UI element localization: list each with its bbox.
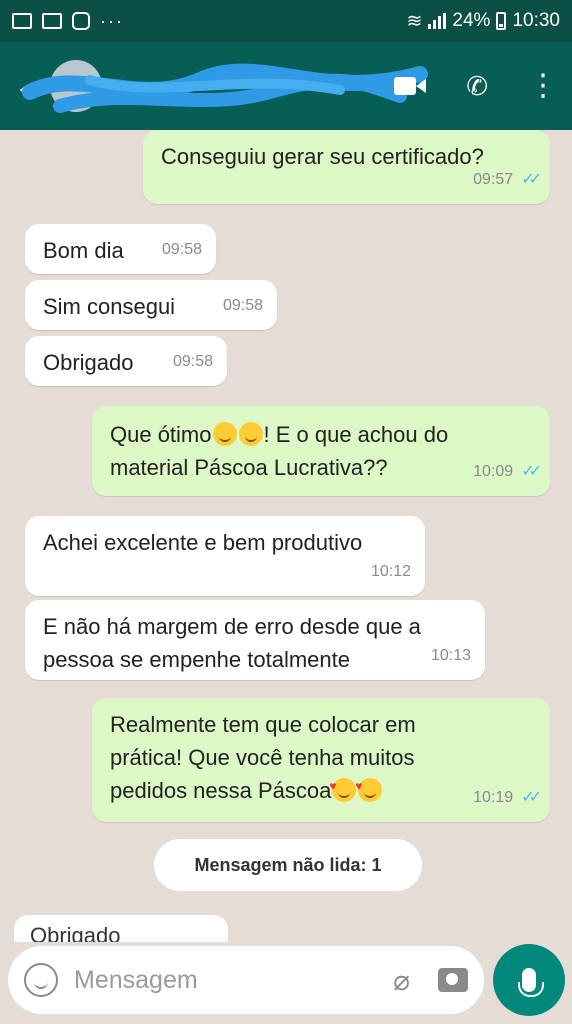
attach-icon[interactable]: ⌀ [393,964,410,997]
message-bubble[interactable]: Conseguiu gerar seu certificado? 09:57 ✓✓ [143,130,550,204]
message-bubble[interactable]: Obrigado 09:58 [25,336,227,386]
wifi-icon: ≋ [406,10,423,32]
message-input[interactable]: Mensagem [74,966,393,995]
header-actions: ✆ ⋮ [394,71,558,102]
clock: 10:30 [512,10,560,31]
chat-header: ← ✆ ⋮ [0,42,572,130]
message-time: 09:58 [161,241,202,258]
message-bubble[interactable]: Realmente tem que colocar em prática! Qu… [92,698,550,822]
message-text: Que ótimo! E o que achou do material Pás… [110,422,449,480]
message-text: Sim consegui [43,294,176,319]
screen-notification-icon [42,13,62,29]
battery-level: 24% [452,10,491,31]
message-text: Bom dia [43,238,124,263]
read-ticks-icon: ✓✓ [521,463,542,480]
status-indicators: ≋ 24% 10:30 [407,10,561,33]
status-notifications: ··· [12,11,124,32]
read-ticks-icon: ✓✓ [521,789,542,806]
message-bubble[interactable]: Sim consegui 09:58 [25,280,277,330]
message-time: 10:13 [430,647,471,664]
message-text: Conseguiu gerar seu certificado? [161,144,484,169]
gallery-notification-icon [12,13,32,29]
message-time: 10:09 ✓✓ [473,455,542,488]
message-time: 10:19 ✓✓ [473,781,542,814]
message-text: E não há margem de erro desde que a pesso… [43,614,421,672]
signal-icon [428,13,447,29]
partial-message-bubble[interactable]: Obrigado [14,915,228,942]
voice-message-button[interactable] [493,944,565,1016]
status-bar: ··· ≋ 24% 10:30 [0,0,572,42]
message-time: 09:57 ✓✓ [473,163,542,196]
instagram-notification-icon [72,12,90,30]
emoji-icon[interactable] [24,963,58,997]
message-bubble[interactable]: Achei excelente e bem produtivo 10:12 [25,516,425,596]
message-bubble[interactable]: E não há margem de erro desde que a pesso… [25,600,485,680]
microphone-icon [518,968,544,997]
smiling-face-with-hearts-emoji [355,770,383,803]
message-bubble[interactable]: Bom dia 09:58 [25,224,216,274]
message-text: Realmente tem que colocar em prática! Qu… [110,712,416,803]
read-ticks-icon: ✓✓ [521,171,542,188]
message-text: Obrigado [43,350,134,375]
message-text: Achei excelente e bem produtivo [43,530,363,555]
message-time: 09:58 [172,353,213,370]
message-time: 10:12 [370,563,411,580]
message-input-bar[interactable]: Mensagem ⌀ [8,946,484,1014]
message-bubble[interactable]: Que ótimo! E o que achou do material Pás… [92,406,550,496]
redaction-scribble [22,63,428,113]
message-time: 09:58 [222,297,263,314]
video-call-icon[interactable] [394,75,426,97]
battery-icon [496,12,507,30]
more-options-icon[interactable]: ⋮ [528,71,558,101]
smiling-face-with-hearts-emoji [329,770,357,803]
more-notifications-icon: ··· [100,10,124,31]
partying-face-emoji [238,422,263,446]
camera-icon[interactable] [438,968,468,992]
partying-face-emoji [212,422,237,446]
chat-area[interactable]: Conseguiu gerar seu certificado? 09:57 ✓✓… [0,130,572,942]
voice-call-icon[interactable]: ✆ [466,71,488,102]
unread-messages-banner: Mensagem não lida: 1 [154,839,422,891]
